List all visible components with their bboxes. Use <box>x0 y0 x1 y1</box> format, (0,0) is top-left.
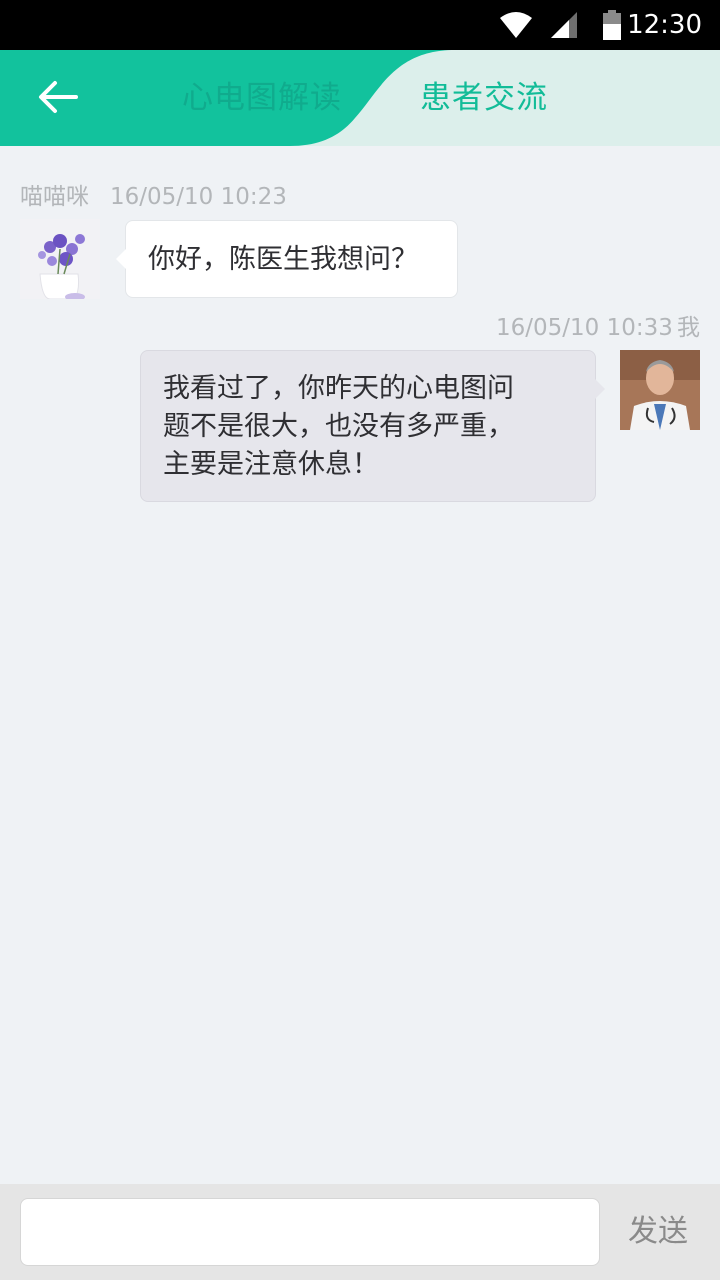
send-button[interactable]: 发送 <box>612 1198 704 1266</box>
message-text: 你好，陈医生我想问？ <box>148 244 418 275</box>
message-composer: 发送 <box>0 1184 720 1280</box>
flower-vase-avatar <box>20 219 100 299</box>
back-button[interactable] <box>20 68 100 128</box>
wifi-icon <box>500 12 532 42</box>
message-bubble-sent[interactable]: 我看过了，你昨天的心电图问 题不是很大，也没有多严重， 主要是注意休息！ <box>140 350 605 502</box>
avatar[interactable] <box>20 219 100 299</box>
message-text-line: 我看过了，你昨天的心电图问 <box>163 373 514 404</box>
sender-name: 我 <box>677 315 700 341</box>
message-text-line: 主要是注意休息！ <box>163 449 379 480</box>
doctor-avatar <box>620 350 700 430</box>
top-tab-bar: 心电图解读 患者交流 <box>0 50 720 146</box>
message-timestamp: 16/05/10 10:33 <box>496 315 673 341</box>
message-text-line: 题不是很大，也没有多严重， <box>163 411 514 442</box>
message-timestamp: 16/05/10 10:23 <box>110 184 287 210</box>
battery-icon <box>603 10 621 44</box>
arrow-left-icon <box>39 81 78 113</box>
status-time: 12:30 <box>627 10 702 40</box>
avatar[interactable] <box>620 350 700 430</box>
message-bubble-received[interactable]: 你好，陈医生我想问？ <box>116 220 458 298</box>
signal-icon <box>551 12 577 42</box>
message-input[interactable] <box>20 1198 600 1266</box>
tab-patient-chat[interactable]: 患者交流 <box>420 74 548 122</box>
sender-name: 喵喵咪 <box>20 184 89 210</box>
status-bar: 12:30 <box>0 0 720 50</box>
tab-ecg-interpretation[interactable]: 心电图解读 <box>182 74 342 122</box>
active-tab-background <box>0 50 455 146</box>
